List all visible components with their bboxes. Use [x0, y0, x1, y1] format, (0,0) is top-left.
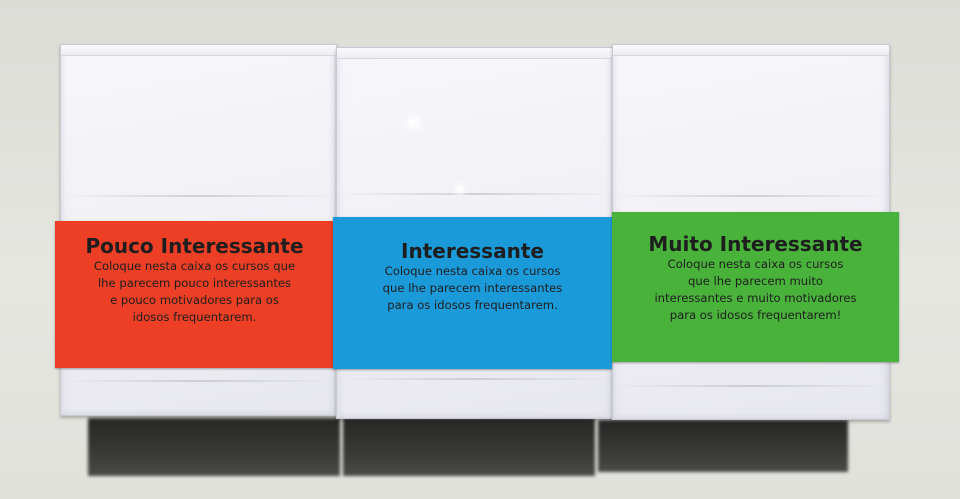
- box-crease: [613, 385, 889, 387]
- label-pouco-interessante: Pouco Interessante Coloque nesta caixa o…: [55, 221, 334, 368]
- box-shadow-middle: [343, 418, 595, 476]
- label-line: idosos frequentarem.: [132, 310, 257, 324]
- label-line: interessantes e muito motivadores: [654, 291, 857, 305]
- box-top-flap: [613, 45, 889, 56]
- box-shadow-left: [88, 418, 340, 476]
- box-crease: [613, 195, 889, 197]
- label-line: que lhe parecem muito: [687, 274, 823, 288]
- box-top-flap: [61, 45, 336, 56]
- label-line: Coloque nesta caixa os cursos: [667, 257, 844, 271]
- label-line: e pouco motivadores para os: [110, 293, 279, 307]
- label-line: Coloque nesta caixa os cursos: [384, 264, 561, 278]
- label-interessante: Interessante Coloque nesta caixa os curs…: [333, 217, 612, 369]
- label-line: lhe parecem pouco interessantes: [97, 276, 292, 290]
- box-shadow-right: [598, 420, 848, 472]
- label-text: Coloque nesta caixa os cursos que lhe pa…: [612, 256, 899, 324]
- tape-reflection: [449, 182, 471, 196]
- label-line: para os idosos frequentarem!: [669, 308, 842, 322]
- label-title: Interessante: [401, 239, 544, 263]
- box-crease: [337, 378, 613, 380]
- label-line: para os idosos frequentarem.: [387, 298, 558, 312]
- tape-reflection: [399, 114, 427, 132]
- box-crease: [61, 380, 336, 382]
- label-muito-interessante: Muito Interessante Coloque nesta caixa o…: [612, 212, 899, 362]
- label-title: Pouco Interessante: [85, 234, 304, 258]
- label-line: Coloque nesta caixa os cursos que: [93, 259, 296, 273]
- box-crease: [61, 195, 336, 197]
- label-title: Muito Interessante: [648, 232, 863, 256]
- box-crease: [337, 193, 613, 195]
- box-top-flap: [337, 48, 613, 59]
- label-text: Coloque nesta caixa os cursos que lhe pa…: [333, 263, 612, 314]
- label-text: Coloque nesta caixa os cursos que lhe pa…: [55, 258, 334, 326]
- label-line: que lhe parecem interessantes: [382, 281, 563, 295]
